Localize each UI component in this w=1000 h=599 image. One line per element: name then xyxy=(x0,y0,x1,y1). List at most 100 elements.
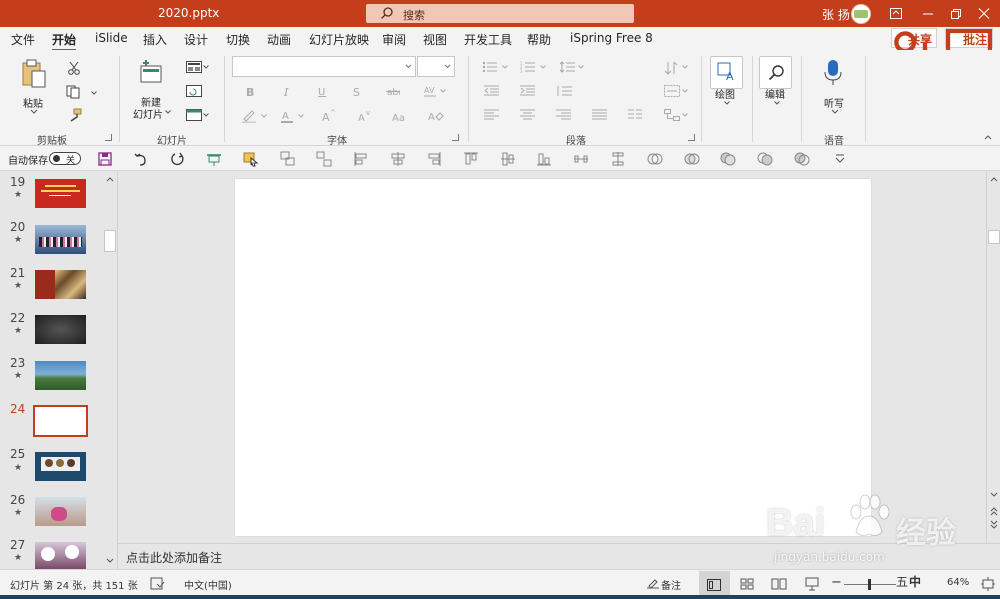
font-color-icon[interactable]: A xyxy=(280,109,294,123)
tab-file[interactable]: 文件 xyxy=(11,31,35,48)
tab-developer[interactable]: 开发工具 xyxy=(464,31,512,48)
new-slide-icon[interactable] xyxy=(138,60,164,86)
chevron-down-icon[interactable] xyxy=(540,65,546,69)
chevron-down-icon[interactable] xyxy=(91,91,97,95)
chevron-down-icon[interactable] xyxy=(682,113,688,117)
fit-slide-icon[interactable] xyxy=(980,576,996,592)
new-slide-label-2[interactable]: 幻灯片 xyxy=(133,106,163,121)
cut-icon[interactable] xyxy=(67,61,81,75)
copy-icon[interactable] xyxy=(66,85,82,99)
paste-label[interactable]: 粘贴 xyxy=(23,95,43,110)
chevron-down-icon[interactable] xyxy=(440,89,446,93)
ime-mode-indicator[interactable]: 五 xyxy=(896,573,908,590)
chevron-down-icon[interactable] xyxy=(724,101,730,105)
align-middle-objects-icon[interactable] xyxy=(500,151,516,167)
tab-ispring[interactable]: iSpring Free 8 xyxy=(570,31,653,45)
chevron-down-icon[interactable] xyxy=(682,65,688,69)
slideshow-icon[interactable] xyxy=(804,576,820,592)
chevron-down-icon[interactable] xyxy=(578,65,584,69)
layout-icon[interactable] xyxy=(186,61,202,73)
subtract-shapes-icon[interactable] xyxy=(794,151,810,167)
reset-slide-icon[interactable] xyxy=(186,85,202,97)
intersect-shapes-icon[interactable] xyxy=(757,151,773,167)
section-icon[interactable] xyxy=(186,109,202,121)
clipboard-launcher[interactable] xyxy=(105,134,112,141)
chevron-down-icon[interactable] xyxy=(774,101,780,105)
reading-view-icon[interactable] xyxy=(771,576,787,592)
previous-slide-icon[interactable] xyxy=(990,507,998,517)
clear-formatting-icon[interactable]: A xyxy=(428,109,444,123)
tab-review[interactable]: 审阅 xyxy=(382,31,406,48)
slide-thumbnail-19[interactable] xyxy=(35,179,86,208)
slide-thumbnail-22[interactable] xyxy=(35,315,86,344)
bold-icon[interactable]: B xyxy=(244,85,256,97)
next-slide-icon[interactable] xyxy=(990,519,998,529)
microphone-icon[interactable] xyxy=(823,59,843,87)
scroll-up-icon[interactable] xyxy=(990,176,998,182)
align-center-objects-icon[interactable] xyxy=(390,151,406,167)
increase-indent-icon[interactable] xyxy=(520,85,536,97)
slide-thumbnail-25[interactable] xyxy=(35,452,86,481)
columns-icon[interactable] xyxy=(628,109,642,121)
avatar[interactable] xyxy=(851,4,871,24)
scroll-up-icon[interactable] xyxy=(106,176,114,182)
zoom-out-icon[interactable]: − xyxy=(831,575,842,590)
customize-qat-icon[interactable] xyxy=(832,151,848,167)
distribute-vertical-icon[interactable] xyxy=(610,151,626,167)
notes-icon[interactable] xyxy=(645,576,661,592)
smartart-icon[interactable] xyxy=(664,109,680,121)
comments-button[interactable]: 批注 xyxy=(945,28,993,74)
highlight-icon[interactable] xyxy=(241,109,257,123)
align-text-icon[interactable] xyxy=(664,85,680,97)
share-button[interactable]: 共享 xyxy=(891,28,937,72)
merge-shapes-icon[interactable] xyxy=(647,151,663,167)
ungroup-objects-icon[interactable] xyxy=(316,151,332,167)
align-left-icon[interactable] xyxy=(484,109,500,121)
strikethrough-icon[interactable]: abc xyxy=(386,85,400,97)
tab-help[interactable]: 帮助 xyxy=(527,31,551,48)
select-shape-icon[interactable] xyxy=(243,151,259,167)
text-direction-icon[interactable] xyxy=(664,61,680,75)
ime-language-indicator[interactable]: 中 xyxy=(909,573,921,590)
scrollbar-thumb[interactable] xyxy=(988,230,1000,244)
accessibility-icon[interactable] xyxy=(150,576,166,592)
slide-canvas[interactable] xyxy=(235,179,871,536)
slide-thumbnail-20[interactable] xyxy=(35,225,86,254)
scroll-down-icon[interactable] xyxy=(990,492,998,498)
chevron-down-icon[interactable] xyxy=(682,89,688,93)
numbering-icon[interactable]: 123 xyxy=(520,61,536,73)
change-case-icon[interactable]: Aa xyxy=(392,109,406,123)
decrease-font-icon[interactable]: Av xyxy=(358,109,372,123)
zoom-level[interactable]: 64% xyxy=(947,577,969,588)
scrollbar-thumb[interactable] xyxy=(104,230,116,252)
tab-transitions[interactable]: 切换 xyxy=(226,31,250,48)
tab-home[interactable]: 开始 xyxy=(52,31,77,52)
scroll-down-icon[interactable] xyxy=(106,558,114,564)
underline-icon[interactable]: U xyxy=(316,85,328,97)
fragment-shapes-icon[interactable] xyxy=(720,151,736,167)
align-left-objects-icon[interactable] xyxy=(353,151,369,167)
distribute-horizontal-icon[interactable] xyxy=(573,151,589,167)
tab-animations[interactable]: 动画 xyxy=(267,31,291,48)
save-icon[interactable] xyxy=(97,151,113,167)
drawing-label[interactable]: 绘图 xyxy=(715,86,735,101)
combine-shapes-icon[interactable] xyxy=(684,151,700,167)
slide-thumbnail-24-selected[interactable] xyxy=(33,405,88,437)
bullets-icon[interactable] xyxy=(482,61,498,73)
slides-thumbnail-pane[interactable]: 19 ★ 20 ★ 21 ★ 22 ★ 23 ★ 24 25 ★ 26 ★ 27… xyxy=(0,172,118,569)
autosave-toggle[interactable]: 关 xyxy=(49,152,81,166)
slide-sorter-icon[interactable] xyxy=(739,576,755,592)
font-name-combo[interactable] xyxy=(232,56,416,77)
increase-font-icon[interactable]: A ^ xyxy=(322,109,336,123)
dictate-label[interactable]: 听写 xyxy=(824,95,844,110)
search-box[interactable]: 搜索 xyxy=(366,4,634,23)
editing-label[interactable]: 编辑 xyxy=(765,86,785,101)
tab-view[interactable]: 视图 xyxy=(423,31,447,48)
paragraph-launcher[interactable] xyxy=(688,134,695,141)
chevron-down-icon[interactable] xyxy=(203,113,209,117)
tab-insert[interactable]: 插入 xyxy=(143,31,167,48)
ribbon-display-options-button[interactable] xyxy=(880,0,912,27)
paste-icon[interactable] xyxy=(21,59,47,89)
chevron-down-icon[interactable] xyxy=(502,65,508,69)
chevron-down-icon[interactable] xyxy=(203,65,209,69)
